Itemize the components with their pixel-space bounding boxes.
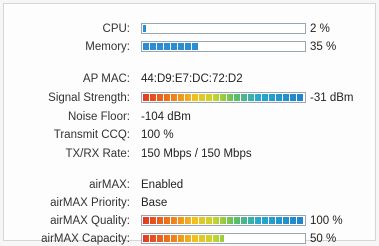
transmit-ccq-value: 100 % bbox=[141, 129, 174, 141]
airmax-value: Enabled bbox=[141, 179, 184, 191]
airmax-priority-value: Base bbox=[141, 197, 168, 209]
memory-bar-fill bbox=[143, 43, 199, 50]
airmax-priority-row: airMAX Priority: Base bbox=[4, 196, 375, 210]
airmax-row: airMAX: Enabled bbox=[4, 178, 375, 192]
cpu-label: CPU: bbox=[102, 23, 130, 35]
signal-strength-value: -31 dBm bbox=[310, 92, 354, 104]
airmax-quality-bar-fill bbox=[143, 217, 304, 224]
status-panel: CPU: 2 % Memory: 35 % AP MAC: 44:D9:E7:D… bbox=[3, 3, 376, 245]
signal-strength-row: Signal Strength: -31 dBm bbox=[4, 91, 375, 105]
cpu-bar-fill bbox=[143, 25, 146, 32]
txrx-rate-value: 150 Mbps / 150 Mbps bbox=[141, 148, 252, 160]
noise-floor-row: Noise Floor: -104 dBm bbox=[4, 110, 375, 124]
cpu-value: 2 % bbox=[310, 23, 330, 35]
noise-floor-value: -104 dBm bbox=[141, 111, 191, 123]
txrx-rate-label: TX/RX Rate: bbox=[65, 148, 130, 160]
txrx-rate-row: TX/RX Rate: 150 Mbps / 150 Mbps bbox=[4, 147, 375, 161]
signal-strength-bar-fill bbox=[143, 94, 304, 101]
ap-mac-label: AP MAC: bbox=[82, 73, 130, 85]
signal-strength-label: Signal Strength: bbox=[48, 92, 130, 104]
airmax-quality-value: 100 % bbox=[310, 215, 343, 227]
transmit-ccq-row: Transmit CCQ: 100 % bbox=[4, 128, 375, 142]
airmax-label: airMAX: bbox=[89, 179, 130, 191]
memory-row: Memory: 35 % bbox=[4, 40, 375, 54]
noise-floor-label: Noise Floor: bbox=[68, 111, 130, 123]
cpu-bar bbox=[141, 23, 306, 34]
airmax-capacity-bar-fill bbox=[143, 235, 224, 242]
airmax-quality-row: airMAX Quality: 100 % bbox=[4, 214, 375, 228]
airmax-quality-label: airMAX Quality: bbox=[50, 215, 130, 227]
airmax-priority-label: airMAX Priority: bbox=[50, 197, 130, 209]
memory-value: 35 % bbox=[310, 41, 337, 53]
airmax-quality-bar bbox=[141, 215, 306, 226]
ap-mac-row: AP MAC: 44:D9:E7:DC:72:D2 bbox=[4, 72, 375, 86]
airmax-capacity-bar bbox=[141, 233, 306, 244]
memory-label: Memory: bbox=[85, 41, 130, 53]
transmit-ccq-label: Transmit CCQ: bbox=[53, 129, 130, 141]
memory-bar bbox=[141, 41, 306, 52]
cpu-row: CPU: 2 % bbox=[4, 22, 375, 36]
signal-strength-bar bbox=[141, 92, 306, 103]
ap-mac-value: 44:D9:E7:DC:72:D2 bbox=[141, 73, 243, 85]
